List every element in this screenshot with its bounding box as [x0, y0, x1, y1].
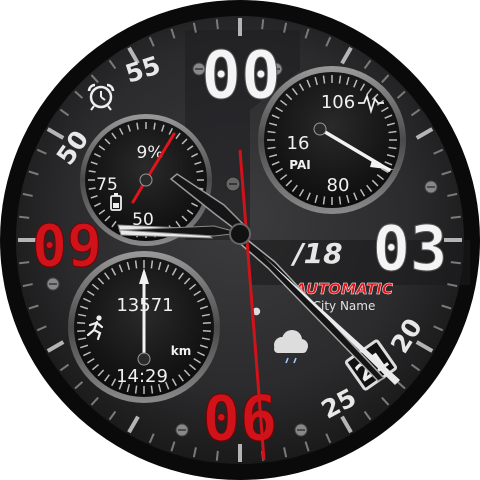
tick-mark	[450, 215, 461, 219]
pai-value: 16	[287, 133, 310, 154]
tick-mark	[19, 215, 30, 219]
tick-mark	[215, 19, 219, 30]
brand-subtitle: AUTOMATIC	[294, 280, 393, 298]
tick-mark	[338, 196, 342, 205]
tick-mark	[150, 260, 154, 269]
tick-mark	[267, 130, 276, 134]
tick-mark	[388, 130, 397, 134]
tick-mark	[388, 146, 397, 150]
pai-label: PAI	[289, 158, 310, 172]
tick-mark	[450, 261, 461, 265]
heart-rate-value: 106	[321, 92, 355, 113]
steps-subdial: 13571 km 14:29	[68, 251, 220, 403]
hour-marker-6: 06	[203, 382, 278, 455]
heart-scale-80: 80	[327, 175, 350, 196]
tick-mark	[322, 75, 326, 84]
heart-rate-subdial: 106 16 PAI 80	[258, 66, 406, 214]
tick-mark	[19, 261, 30, 265]
brand-logo: /18	[290, 237, 342, 270]
hour-marker-3: 03	[373, 212, 448, 285]
tick-mark	[267, 146, 276, 150]
tick-mark	[202, 329, 211, 332]
watch-face: 55 50 25 20 00 03 06 09 /18 AUTOMATIC Ci…	[0, 0, 480, 480]
battery-scale-75: 75	[96, 175, 118, 195]
center-cap	[229, 223, 251, 245]
hour-marker-9: 09	[32, 212, 102, 280]
tick-mark	[322, 196, 326, 205]
distance-unit: km	[171, 344, 191, 358]
tick-mark	[77, 329, 86, 332]
tick-mark	[261, 19, 265, 30]
tick-mark	[338, 75, 342, 84]
tick-mark	[202, 322, 211, 325]
steps-dial-time: 14:29	[116, 366, 168, 387]
tick-mark	[134, 260, 138, 269]
tick-mark	[77, 322, 86, 325]
